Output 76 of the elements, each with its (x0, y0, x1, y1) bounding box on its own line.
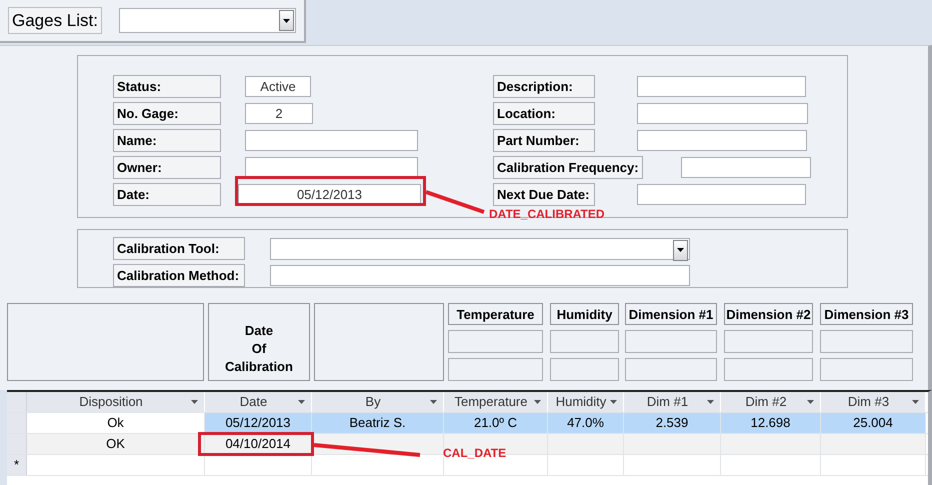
column-header: Date Of Calibration (208, 303, 310, 381)
input-field[interactable] (637, 103, 808, 124)
new-row-marker: * (7, 455, 27, 475)
row-selector[interactable] (7, 413, 27, 433)
caret-icon (677, 248, 684, 252)
column-header[interactable]: Disposition (27, 392, 205, 412)
input-field[interactable]: Active (245, 76, 311, 97)
input-field[interactable] (637, 184, 806, 205)
caret-icon (534, 400, 541, 404)
caret-icon (912, 400, 919, 404)
column-header: Dimension #3 (820, 303, 913, 325)
column-header[interactable]: By (312, 392, 444, 412)
field-label: Calibration Tool: (113, 237, 245, 260)
dropdown-button[interactable] (279, 10, 294, 31)
input-field[interactable] (820, 330, 913, 353)
caret-icon (610, 400, 617, 404)
column-header: Temperature (448, 303, 543, 325)
input-field[interactable] (245, 157, 418, 178)
field-label: Gages List: (8, 7, 102, 34)
input-field[interactable] (724, 358, 813, 381)
field-label: Name: (113, 129, 221, 152)
table-cell: 21.0º C (444, 413, 548, 433)
table-cell: 05/12/2013 (205, 413, 312, 433)
annotation-label: DATE_CALIBRATED (489, 207, 605, 221)
dropdown-button[interactable] (673, 240, 688, 260)
field-label: No. Gage: (113, 102, 221, 125)
table-cell: Beatriz S. (312, 413, 444, 433)
input-field[interactable] (270, 265, 690, 286)
field-label: Status: (113, 75, 221, 98)
input-field[interactable] (550, 358, 619, 381)
caret-icon (191, 400, 198, 404)
column-header: Dimension #1 (625, 303, 717, 325)
field-label: Next Due Date: (493, 183, 595, 206)
annotation-label: CAL_DATE (443, 446, 506, 460)
column-header[interactable]: Temperature (444, 392, 548, 412)
input-field[interactable] (820, 358, 913, 381)
caret-icon (430, 400, 437, 404)
column-header[interactable]: Humidity (548, 392, 624, 412)
input-field[interactable] (550, 330, 619, 353)
input-field[interactable] (245, 130, 418, 151)
column-header[interactable]: Dim #1 (624, 392, 721, 412)
field-label: Owner: (113, 156, 221, 179)
input-field[interactable] (448, 358, 543, 381)
dropdown-field[interactable] (270, 238, 690, 260)
caret-icon (298, 400, 305, 404)
field-label: Location: (493, 102, 595, 125)
table-cell: OK (27, 434, 205, 454)
table-cell: 2.539 (624, 413, 721, 433)
caret-icon (707, 400, 714, 404)
field-label: Calibration Frequency: (493, 156, 643, 179)
input-field[interactable] (625, 358, 717, 381)
table-cell: 25.004 (821, 413, 926, 433)
column-header[interactable]: Dim #3 (821, 392, 926, 412)
field-label: Calibration Method: (113, 264, 245, 287)
input-field[interactable]: 2 (245, 103, 313, 124)
field-label: Part Number: (493, 129, 595, 152)
leader-line (425, 190, 485, 214)
column-header: Dimension #2 (724, 303, 813, 325)
input-field[interactable] (680, 157, 811, 178)
input-field[interactable]: 05/12/2013 (238, 184, 421, 205)
caret-icon (807, 400, 814, 404)
caret-icon (283, 18, 290, 22)
field-label: Date: (113, 183, 221, 206)
input-field[interactable] (724, 330, 813, 353)
input-field[interactable] (448, 330, 543, 353)
select-all-corner[interactable] (7, 392, 27, 412)
table-cell: 12.698 (721, 413, 821, 433)
input-field[interactable] (637, 130, 807, 151)
column-header[interactable]: Dim #2 (721, 392, 821, 412)
column-header[interactable]: Date (205, 392, 312, 412)
input-field[interactable] (637, 76, 806, 97)
column-header: Humidity (550, 303, 619, 325)
field-label: Description: (493, 75, 595, 98)
table-cell: 47.0% (548, 413, 624, 433)
row-selector[interactable] (7, 434, 27, 454)
input-field[interactable] (625, 330, 717, 353)
